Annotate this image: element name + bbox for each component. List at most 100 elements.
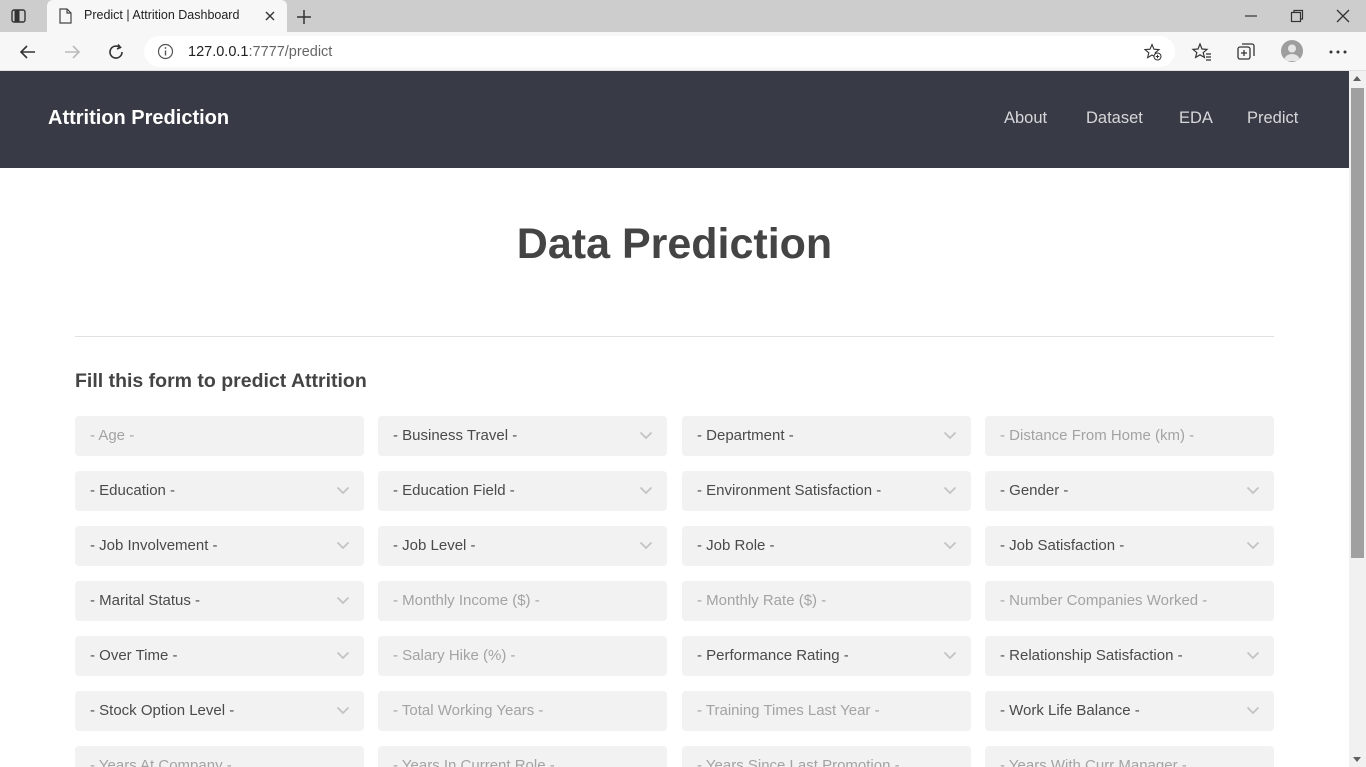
form-input[interactable]: - Number Companies Worked - — [985, 581, 1274, 621]
url-host: 127.0.0.1 — [188, 44, 249, 60]
form-select[interactable]: - Job Involvement - — [75, 526, 364, 566]
nav-dataset[interactable]: Dataset — [1086, 109, 1143, 128]
form-input[interactable]: - Training Times Last Year - — [682, 691, 971, 731]
select-value: - Relationship Satisfaction - — [1000, 647, 1183, 664]
chevron-down-icon — [943, 431, 957, 440]
input-placeholder: - Number Companies Worked - — [1000, 592, 1208, 609]
select-value: - Stock Option Level - — [90, 702, 235, 719]
plus-icon[interactable] — [295, 8, 313, 26]
restore-icon[interactable] — [1289, 8, 1305, 24]
input-placeholder: - Distance From Home (km) - — [1000, 427, 1195, 444]
refresh-icon[interactable] — [106, 42, 126, 62]
select-value: - Job Involvement - — [90, 537, 218, 554]
add-favorite-icon[interactable] — [1144, 43, 1162, 61]
form-select[interactable]: - Gender - — [985, 471, 1274, 511]
select-value: - Job Satisfaction - — [1000, 537, 1125, 554]
scroll-up-icon[interactable] — [1353, 76, 1361, 81]
page-favicon-icon — [59, 8, 72, 24]
select-value: - Over Time - — [90, 647, 178, 664]
input-placeholder: - Monthly Rate ($) - — [697, 592, 827, 609]
form-title: Fill this form to predict Attrition — [75, 370, 367, 392]
select-value: - Marital Status - — [90, 592, 201, 609]
tab-actions-icon[interactable] — [10, 7, 28, 25]
forward-arrow-icon[interactable] — [62, 42, 82, 62]
chevron-down-icon — [943, 651, 957, 660]
chevron-down-icon — [336, 596, 350, 605]
chevron-down-icon — [1246, 541, 1260, 550]
site-brand[interactable]: Attrition Prediction — [48, 107, 229, 130]
select-value: - Education Field - — [393, 482, 515, 499]
minimize-icon[interactable] — [1243, 8, 1259, 24]
form-input[interactable]: - Monthly Rate ($) - — [682, 581, 971, 621]
form-input[interactable]: - Years Since Last Promotion - — [682, 746, 971, 767]
form-select[interactable]: - Department - — [682, 416, 971, 456]
input-placeholder: - Salary Hike (%) - — [393, 647, 516, 664]
input-placeholder: - Training Times Last Year - — [697, 702, 880, 719]
divider — [75, 336, 1274, 337]
nav-about[interactable]: About — [1004, 109, 1047, 128]
form-input[interactable]: - Monthly Income ($) - — [378, 581, 667, 621]
form-select[interactable]: - Marital Status - — [75, 581, 364, 621]
chevron-down-icon — [1246, 706, 1260, 715]
chevron-down-icon — [336, 706, 350, 715]
form-select[interactable]: - Over Time - — [75, 636, 364, 676]
scrollbar[interactable] — [1349, 71, 1366, 767]
nav-predict[interactable]: Predict — [1247, 109, 1298, 128]
profile-avatar-icon[interactable] — [1281, 40, 1303, 62]
browser-tab-bar: Predict | Attrition Dashboard — [0, 0, 1366, 32]
input-placeholder: - Years With Curr Manager - — [1000, 757, 1187, 767]
select-value: - Environment Satisfaction - — [697, 482, 882, 499]
select-value: - Department - — [697, 427, 794, 444]
input-placeholder: - Total Working Years - — [393, 702, 544, 719]
chevron-down-icon — [639, 431, 653, 440]
scroll-down-icon[interactable] — [1353, 757, 1361, 762]
address-bar[interactable]: 127.0.0.1:7777/predict — [144, 36, 1175, 67]
tab-title: Predict | Attrition Dashboard — [84, 8, 240, 22]
browser-tab-active[interactable]: Predict | Attrition Dashboard — [47, 0, 287, 32]
select-value: - Performance Rating - — [697, 647, 849, 664]
favorites-icon[interactable] — [1191, 41, 1213, 63]
chevron-down-icon — [336, 651, 350, 660]
close-icon[interactable] — [263, 9, 277, 23]
input-placeholder: - Monthly Income ($) - — [393, 592, 540, 609]
form-input[interactable]: - Salary Hike (%) - — [378, 636, 667, 676]
chevron-down-icon — [1246, 651, 1260, 660]
chevron-down-icon — [336, 486, 350, 495]
form-select[interactable]: - Work Life Balance - — [985, 691, 1274, 731]
site-navbar: Attrition Prediction About Dataset EDA P… — [0, 71, 1349, 168]
close-window-icon[interactable] — [1335, 8, 1351, 24]
info-icon[interactable] — [157, 43, 174, 60]
chevron-down-icon — [1246, 486, 1260, 495]
more-icon[interactable] — [1327, 41, 1349, 63]
form-select[interactable]: - Relationship Satisfaction - — [985, 636, 1274, 676]
form-select[interactable]: - Job Satisfaction - — [985, 526, 1274, 566]
form-select[interactable]: - Job Level - — [378, 526, 667, 566]
form-select[interactable]: - Environment Satisfaction - — [682, 471, 971, 511]
input-placeholder: - Age - — [90, 427, 135, 444]
form-input[interactable]: - Years At Company - — [75, 746, 364, 767]
form-input[interactable]: - Total Working Years - — [378, 691, 667, 731]
form-select[interactable]: - Job Role - — [682, 526, 971, 566]
form-select[interactable]: - Stock Option Level - — [75, 691, 364, 731]
nav-eda[interactable]: EDA — [1179, 109, 1213, 128]
chevron-down-icon — [943, 541, 957, 550]
select-value: - Job Role - — [697, 537, 775, 554]
form-input[interactable]: - Age - — [75, 416, 364, 456]
url-path: :7777/predict — [248, 44, 333, 60]
page-viewport: Attrition Prediction About Dataset EDA P… — [0, 71, 1349, 767]
chevron-down-icon — [336, 541, 350, 550]
url-text: 127.0.0.1:7777/predict — [188, 44, 332, 60]
collections-icon[interactable] — [1235, 41, 1257, 63]
form-select[interactable]: - Performance Rating - — [682, 636, 971, 676]
back-arrow-icon[interactable] — [18, 42, 38, 62]
form-select[interactable]: - Business Travel - — [378, 416, 667, 456]
scrollbar-thumb[interactable] — [1351, 88, 1364, 558]
form-select[interactable]: - Education - — [75, 471, 364, 511]
input-placeholder: - Years Since Last Promotion - — [697, 757, 900, 767]
form-input[interactable]: - Distance From Home (km) - — [985, 416, 1274, 456]
form-input[interactable]: - Years With Curr Manager - — [985, 746, 1274, 767]
chevron-down-icon — [639, 541, 653, 550]
form-input[interactable]: - Years In Current Role - — [378, 746, 667, 767]
form-select[interactable]: - Education Field - — [378, 471, 667, 511]
page-title: Data Prediction — [516, 220, 833, 268]
